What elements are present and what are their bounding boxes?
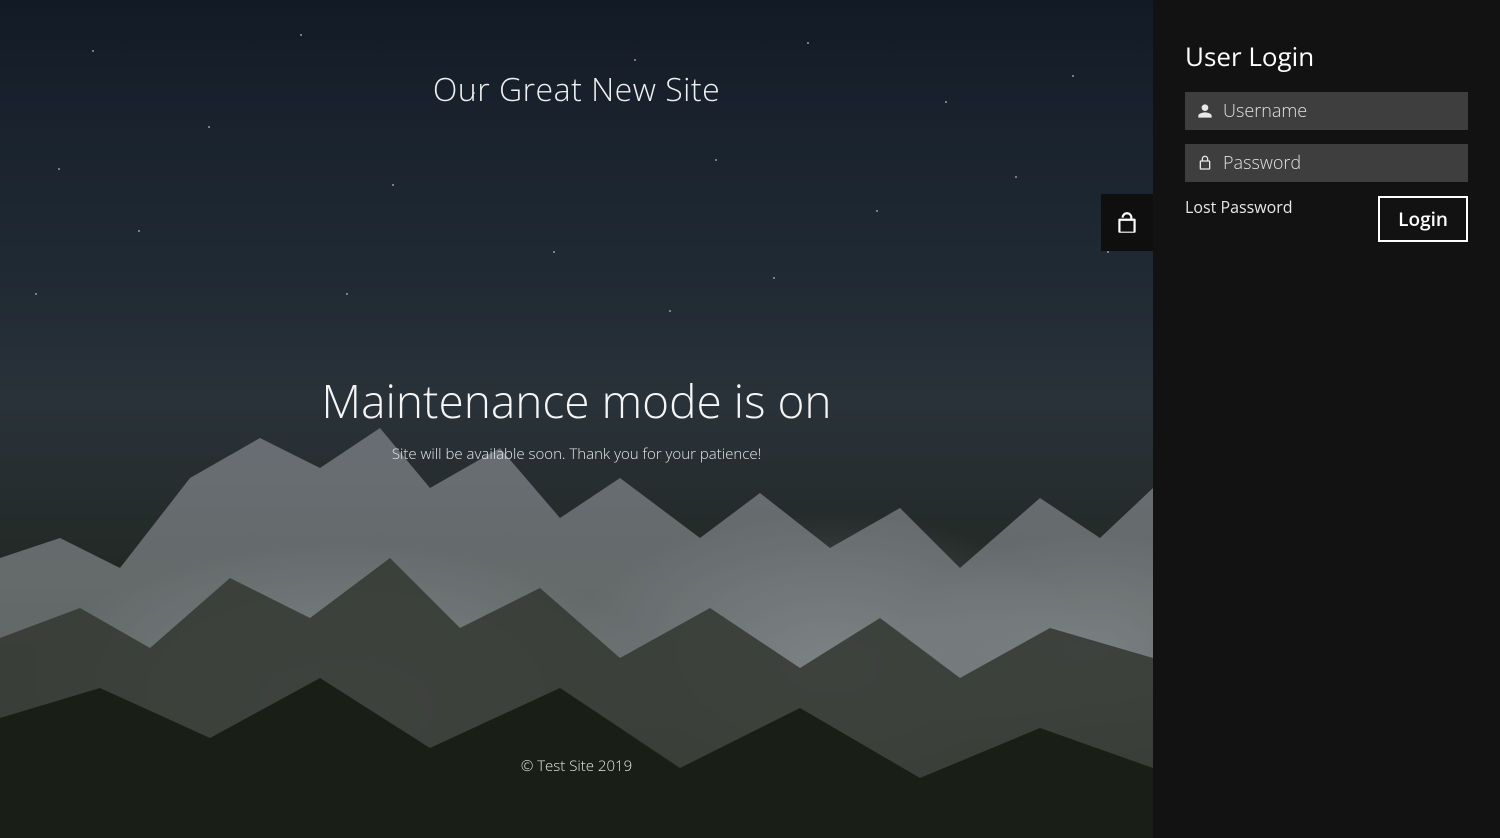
login-title: User Login [1185, 38, 1468, 74]
footer-text: © Test Site 2019 [0, 756, 1153, 776]
maintenance-subtext: Site will be available soon. Thank you f… [0, 444, 1153, 464]
password-input[interactable] [1223, 151, 1456, 175]
password-field-wrap[interactable] [1185, 144, 1468, 182]
main-content: Our Great New Site Maintenance mode is o… [0, 0, 1153, 838]
user-icon [1197, 102, 1213, 120]
unlock-icon [1114, 210, 1140, 236]
username-input[interactable] [1223, 99, 1456, 123]
login-button[interactable]: Login [1378, 196, 1468, 242]
login-toggle-tab[interactable] [1101, 194, 1153, 251]
maintenance-heading: Maintenance mode is on [0, 370, 1153, 432]
lost-password-link[interactable]: Lost Password [1185, 196, 1293, 218]
login-panel: User Login Lost Password Login [1153, 0, 1500, 838]
username-field-wrap[interactable] [1185, 92, 1468, 130]
page-title: Our Great New Site [0, 68, 1153, 111]
lock-icon [1197, 154, 1213, 172]
maintenance-message: Maintenance mode is on Site will be avai… [0, 370, 1153, 464]
